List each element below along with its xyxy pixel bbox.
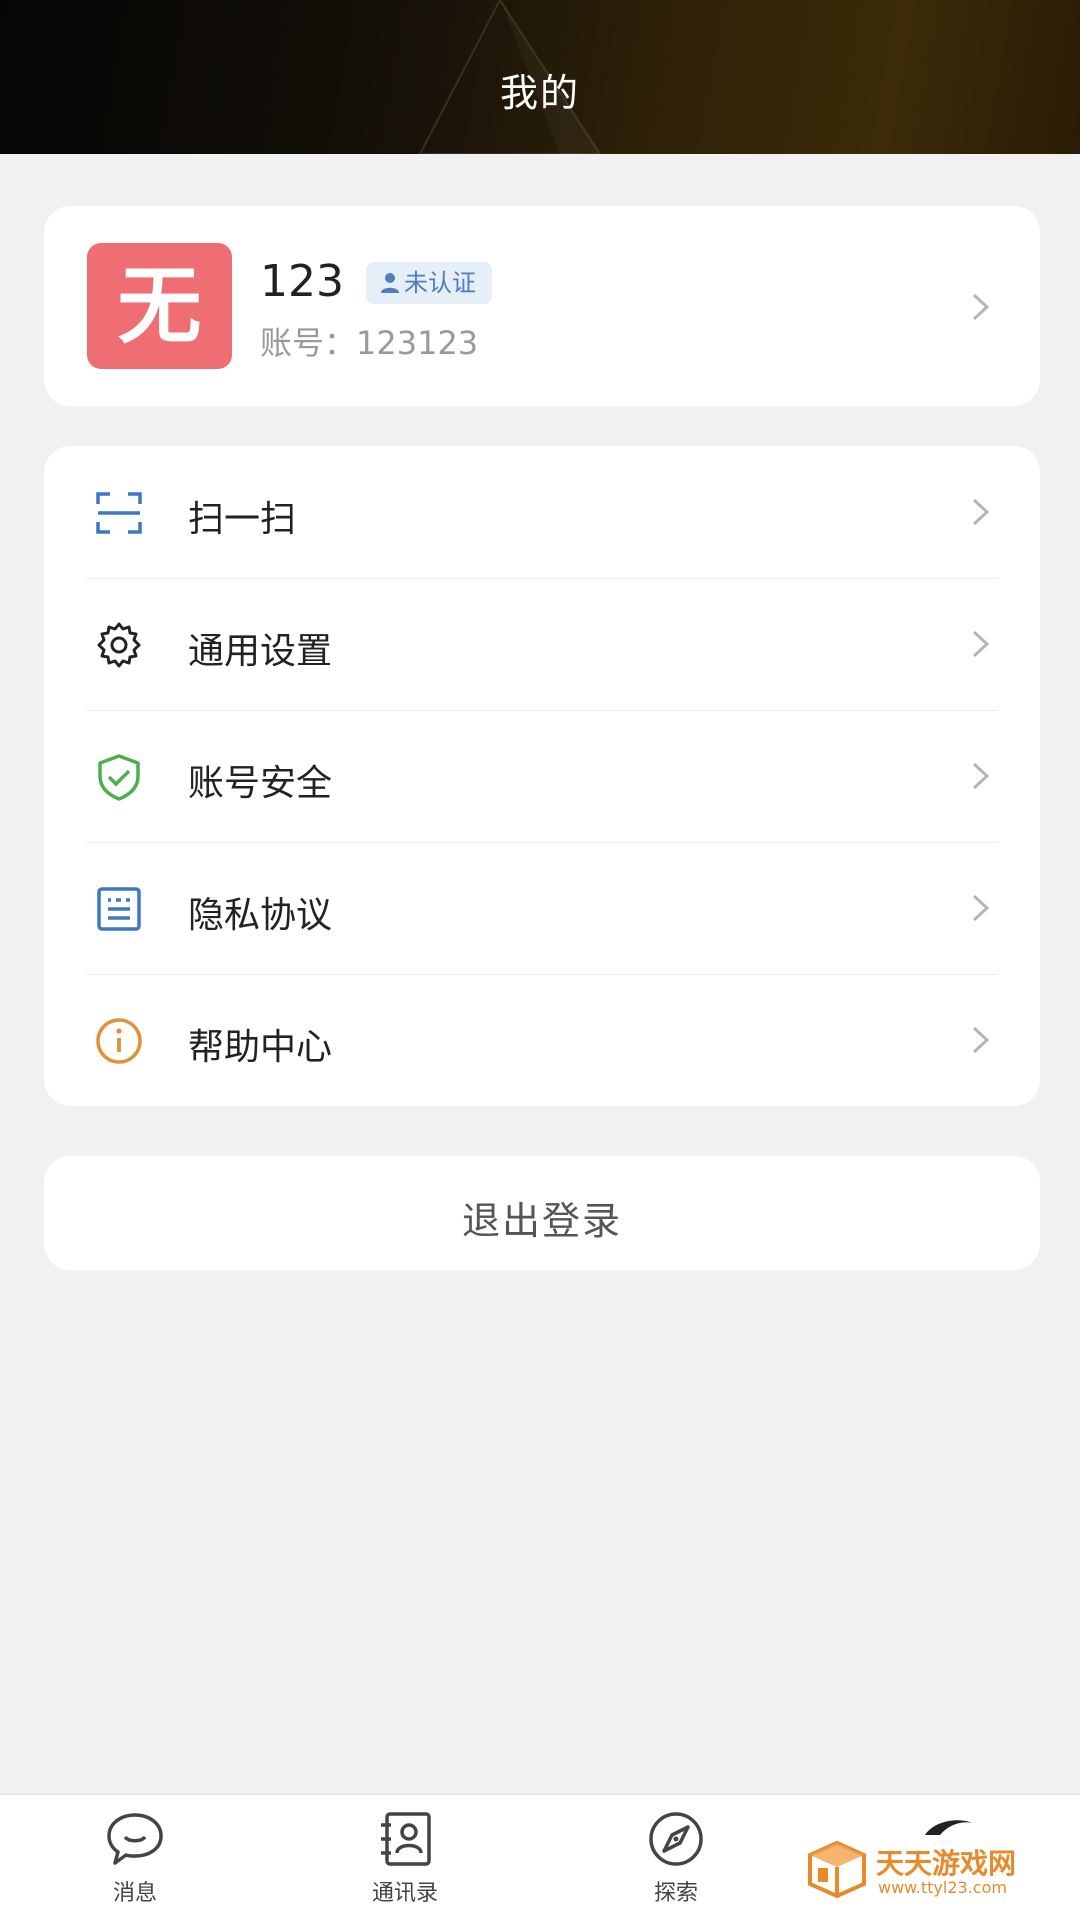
info-icon bbox=[96, 1018, 142, 1064]
menu-item-label: 帮助中心 bbox=[188, 1027, 333, 1068]
menu-item-label: 账号安全 bbox=[188, 763, 333, 804]
avatar: 无 bbox=[87, 243, 232, 369]
account-number: 账号：123123 bbox=[260, 324, 479, 362]
watermark-cube-icon bbox=[808, 1840, 866, 1899]
menu-item-help-center[interactable]: 帮助中心 bbox=[44, 974, 1040, 1106]
logout-label: 退出登录 bbox=[461, 1199, 622, 1243]
tab-explore[interactable]: 探索 bbox=[616, 1811, 736, 1917]
tab-label: 通讯录 bbox=[371, 1881, 438, 1906]
chat-bubble-icon bbox=[107, 1813, 163, 1865]
menu-item-scan[interactable]: 扫一扫 bbox=[44, 446, 1040, 578]
shield-check-icon bbox=[98, 754, 140, 801]
gear-icon bbox=[97, 622, 141, 668]
tab-messages[interactable]: 消息 bbox=[75, 1811, 195, 1917]
chevron-right-icon bbox=[972, 762, 990, 790]
tab-label: 探索 bbox=[653, 1881, 698, 1906]
menu-item-account-security[interactable]: 账号安全 bbox=[44, 710, 1040, 842]
compass-icon bbox=[649, 1812, 703, 1866]
menu-item-privacy-policy[interactable]: 隐私协议 bbox=[44, 842, 1040, 974]
chevron-right-icon bbox=[972, 1026, 990, 1054]
person-icon bbox=[380, 272, 400, 294]
menu-item-label: 通用设置 bbox=[188, 631, 333, 672]
page-title: 我的 bbox=[499, 71, 580, 115]
verification-badge: 未认证 bbox=[366, 262, 492, 304]
menu-item-label: 扫一扫 bbox=[188, 499, 297, 540]
watermark-text: 天天游戏网 bbox=[876, 1847, 1017, 1880]
chevron-right-icon bbox=[972, 293, 990, 321]
chevron-right-icon bbox=[972, 498, 990, 526]
contacts-book-icon bbox=[381, 1812, 431, 1866]
chevron-right-icon bbox=[972, 630, 990, 658]
header-bar: 我的 bbox=[0, 0, 1080, 154]
document-icon bbox=[97, 887, 141, 931]
tab-contacts[interactable]: 通讯录 bbox=[345, 1811, 465, 1917]
logout-button[interactable]: 退出登录 bbox=[44, 1156, 1040, 1270]
chevron-right-icon bbox=[972, 894, 990, 922]
badge-label: 未认证 bbox=[404, 269, 476, 297]
menu-item-general-settings[interactable]: 通用设置 bbox=[44, 578, 1040, 710]
username: 123 bbox=[260, 256, 344, 307]
menu-card: 扫一扫 通用设置 账号安全 隐私协议 帮助中心 bbox=[44, 446, 1040, 1106]
watermark-url: www.ttyl23.com bbox=[878, 1878, 1007, 1897]
tab-label: 消息 bbox=[112, 1881, 157, 1906]
tab-me-icon[interactable] bbox=[920, 1817, 980, 1837]
menu-item-label: 隐私协议 bbox=[188, 895, 333, 936]
watermark-logo: 天天游戏网 www.ttyl23.com bbox=[806, 1840, 1046, 1900]
profile-card[interactable]: 无 123 未认证 账号：123123 bbox=[44, 206, 1040, 406]
scan-icon bbox=[96, 492, 142, 534]
